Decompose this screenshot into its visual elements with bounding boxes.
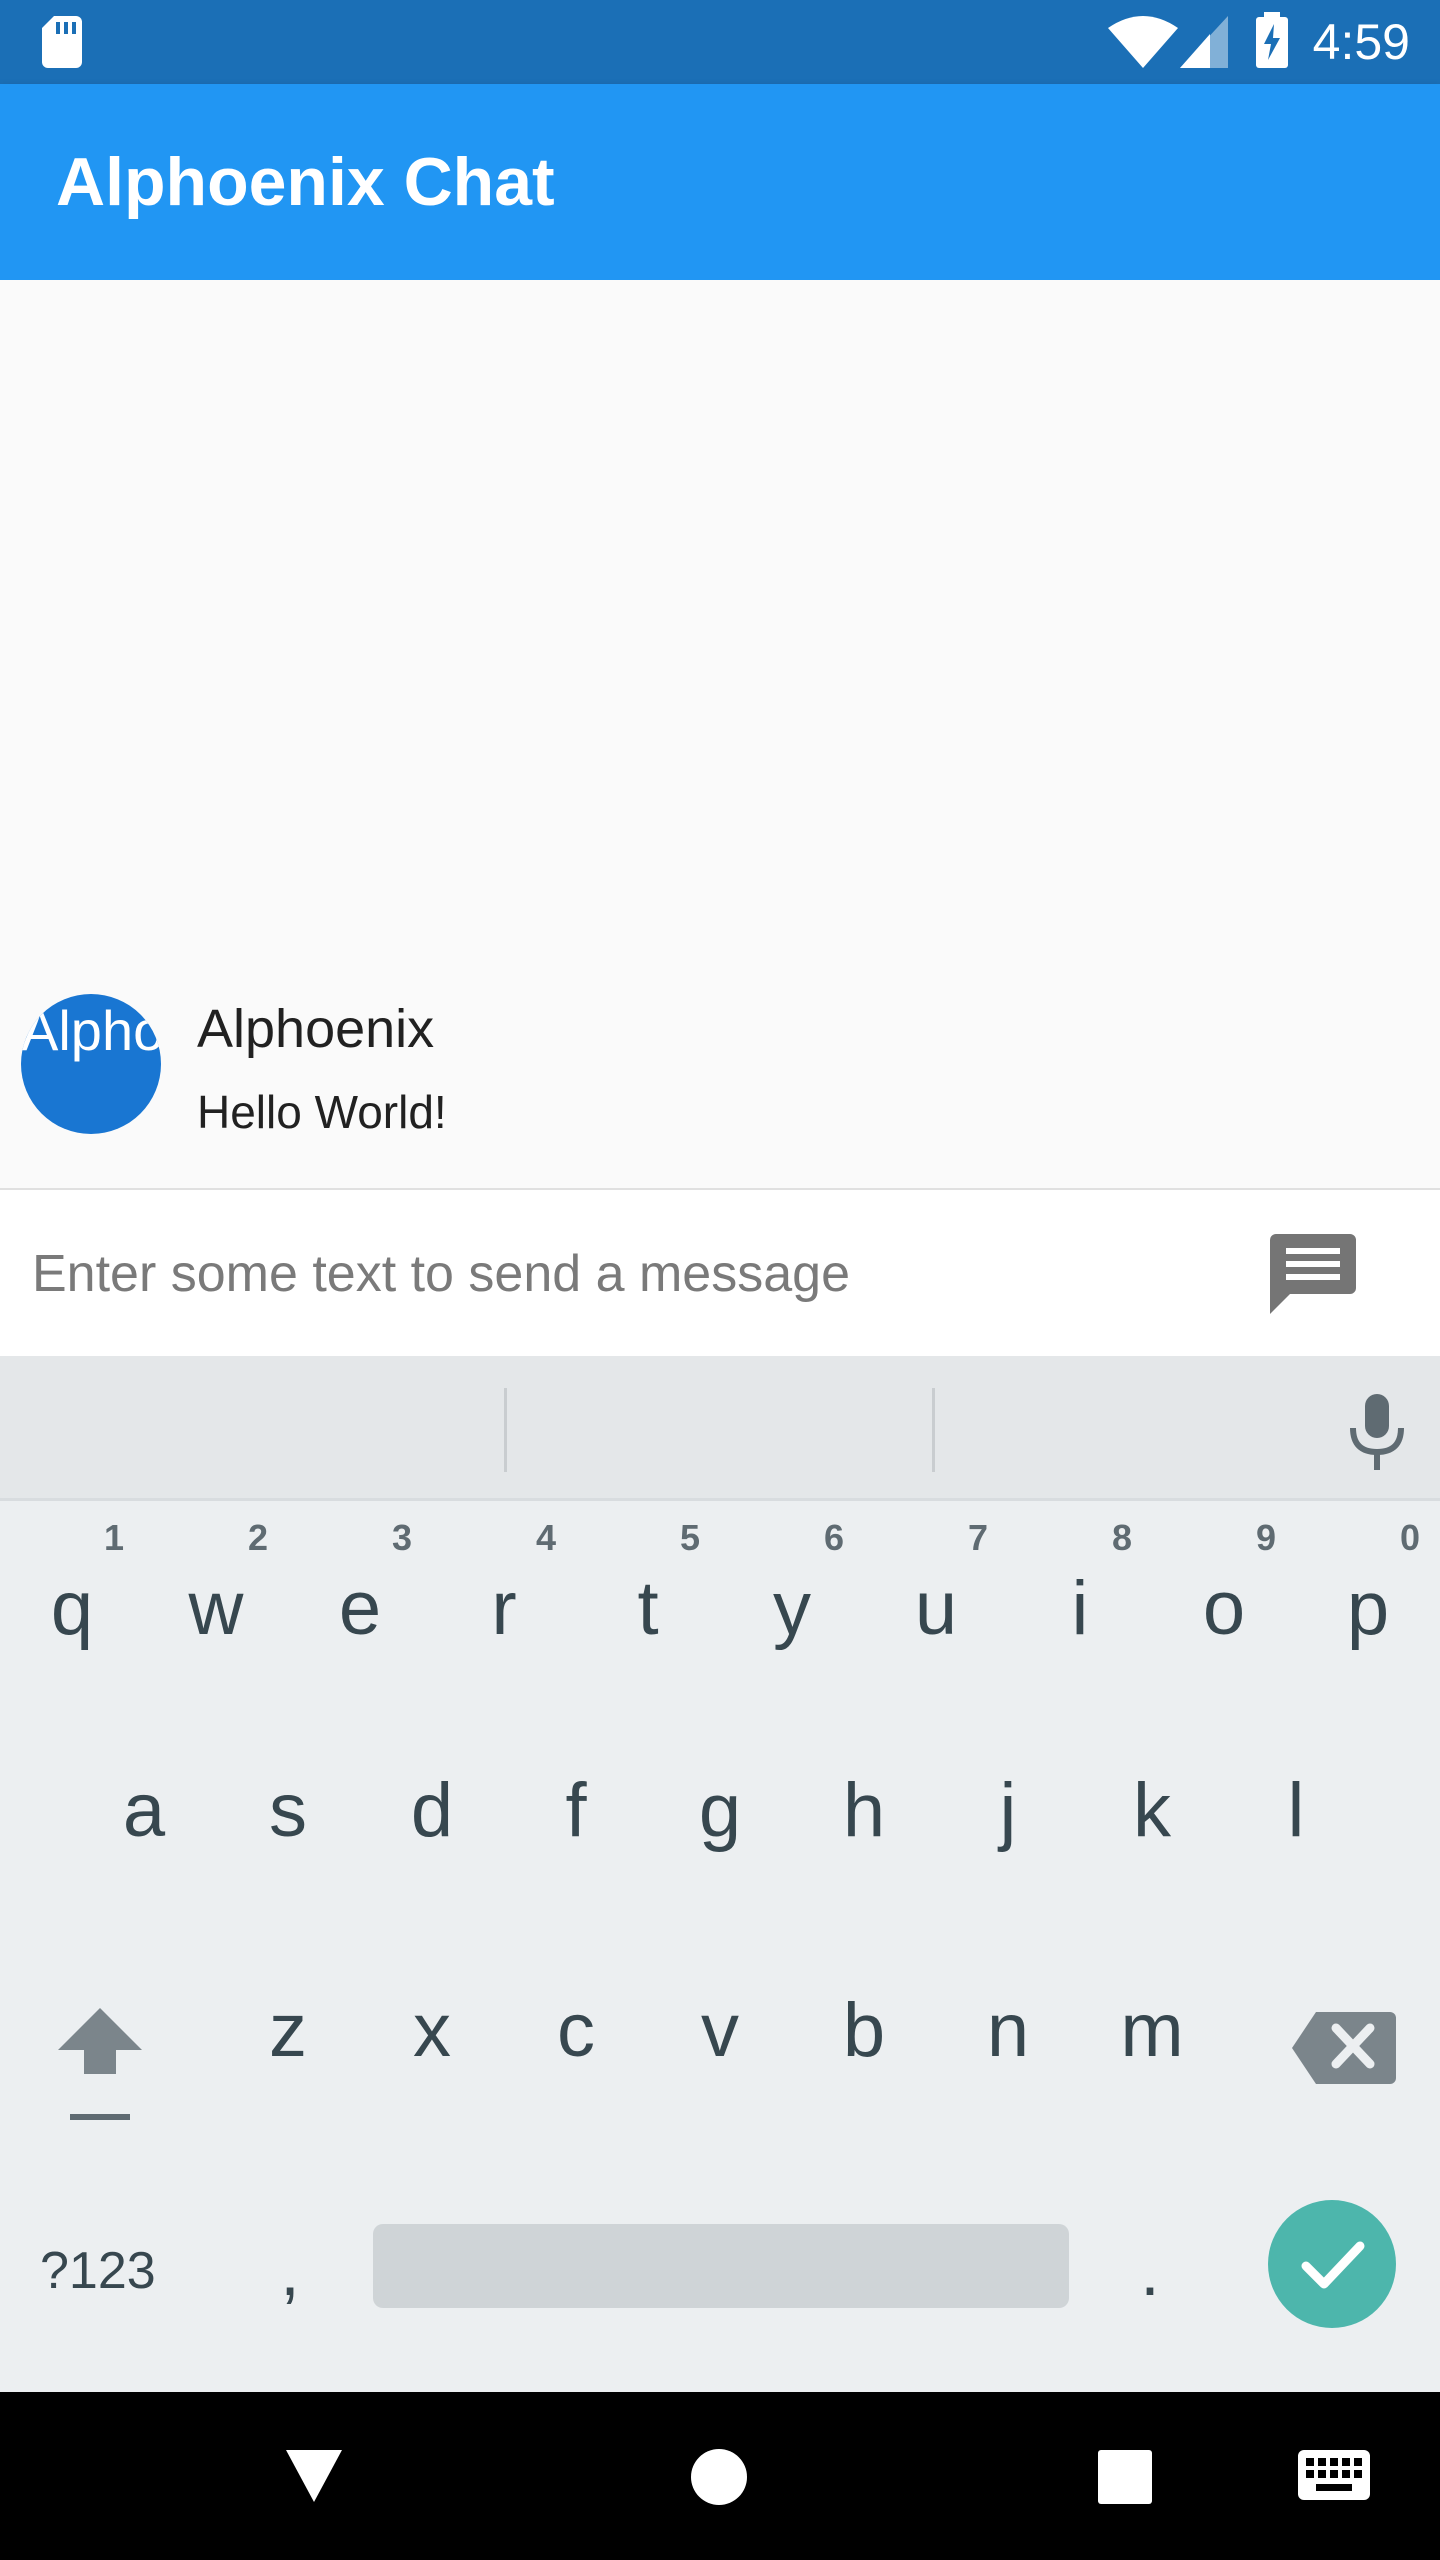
key-u[interactable]: 7 u [864, 1506, 1008, 1706]
key-j[interactable]: j [936, 1726, 1080, 1926]
battery-charging-icon [1256, 12, 1288, 68]
key-label: y [773, 1566, 811, 1651]
key-label: b [842, 1988, 886, 2073]
key-label: c [557, 1988, 595, 2073]
shift-key-icon[interactable] [40, 1996, 160, 2136]
key-c[interactable]: c [504, 1946, 648, 2146]
message-composer [0, 1190, 1440, 1356]
suggestion-divider [932, 1388, 935, 1472]
backspace-key-icon[interactable] [1290, 2008, 1400, 2088]
key-y[interactable]: 6 y [720, 1506, 864, 1706]
key-hint: 1 [104, 1517, 125, 1558]
key-hint: 6 [824, 1517, 845, 1558]
key-x[interactable]: x [360, 1946, 504, 2146]
key-label: z [269, 1988, 307, 2073]
key-label: q [50, 1566, 94, 1651]
navigation-bar [0, 2392, 1440, 2560]
symbols-key[interactable]: ?123 [40, 2226, 180, 2316]
message-input[interactable] [30, 1228, 1214, 1320]
status-time: 4:59 [1312, 14, 1410, 70]
key-hint: 7 [968, 1517, 989, 1558]
key-hint: 3 [392, 1517, 413, 1558]
key-label: x [413, 1988, 451, 2073]
key-label: p [1346, 1566, 1390, 1651]
key-label: e [338, 1566, 382, 1651]
key-label: h [842, 1768, 886, 1853]
key-label: s [269, 1768, 307, 1853]
key-label: g [698, 1768, 742, 1853]
key-e[interactable]: 3 e [288, 1506, 432, 1706]
key-v[interactable]: v [648, 1946, 792, 2146]
key-p[interactable]: 0 p [1296, 1506, 1440, 1706]
avatar-text: Alphoenix [21, 999, 161, 1062]
key-label: o [1202, 1566, 1246, 1651]
key-g[interactable]: g [648, 1726, 792, 1926]
app-title: Alphoenix Chat [56, 144, 555, 220]
send-message-icon[interactable] [1270, 1234, 1356, 1314]
key-hint: 0 [1400, 1517, 1421, 1558]
key-label: v [701, 1988, 739, 2073]
key-a[interactable]: a [72, 1726, 216, 1926]
comma-key[interactable]: , [250, 2216, 330, 2326]
key-label: d [410, 1768, 454, 1853]
key-q[interactable]: 1 q [0, 1506, 144, 1706]
key-hint: 5 [680, 1517, 701, 1558]
key-k[interactable]: k [1080, 1726, 1224, 1926]
period-key[interactable]: . [1110, 2216, 1190, 2326]
key-b[interactable]: b [792, 1946, 936, 2146]
key-z[interactable]: z [216, 1946, 360, 2146]
key-label: u [914, 1566, 958, 1651]
done-key[interactable] [1268, 2200, 1396, 2328]
sd-card-icon [42, 16, 82, 68]
message-sender: Alphoenix [197, 999, 435, 1059]
back-button-icon[interactable] [284, 2448, 344, 2504]
home-button-icon[interactable] [690, 2448, 748, 2506]
key-label: m [1120, 1988, 1184, 2073]
soft-keyboard: 1 q 2 w 3 e 4 r 5 t 6 y 7 u 8 i 9 o 0 p … [0, 1356, 1440, 2392]
suggestion-divider [504, 1388, 507, 1472]
key-o[interactable]: 9 o [1152, 1506, 1296, 1706]
key-label: r [491, 1566, 517, 1651]
key-t[interactable]: 5 t [576, 1506, 720, 1706]
key-label: k [1133, 1768, 1171, 1853]
key-label: a [122, 1768, 166, 1853]
cell-signal-icon [1180, 16, 1228, 68]
recents-button-icon[interactable] [1098, 2450, 1152, 2504]
wifi-icon [1108, 16, 1178, 68]
key-d[interactable]: d [360, 1726, 504, 1926]
microphone-icon[interactable] [1345, 1394, 1409, 1470]
key-label: n [986, 1988, 1030, 2073]
key-n[interactable]: n [936, 1946, 1080, 2146]
keyboard-switch-icon[interactable] [1298, 2450, 1370, 2500]
key-i[interactable]: 8 i [1008, 1506, 1152, 1706]
key-label: t [637, 1566, 659, 1651]
key-f[interactable]: f [504, 1726, 648, 1926]
key-hint: 8 [1112, 1517, 1133, 1558]
key-hint: 4 [536, 1517, 557, 1558]
key-h[interactable]: h [792, 1726, 936, 1926]
space-key[interactable] [373, 2224, 1069, 2308]
key-label: j [999, 1768, 1017, 1853]
status-bar: 4:59 [0, 0, 1440, 84]
key-label: l [1287, 1768, 1305, 1853]
key-r[interactable]: 4 r [432, 1506, 576, 1706]
checkmark-icon [1301, 2241, 1365, 2289]
key-m[interactable]: m [1080, 1946, 1224, 2146]
message-text: Hello World! [197, 1086, 447, 1138]
avatar: Alphoenix [21, 994, 161, 1134]
key-hint: 9 [1256, 1517, 1277, 1558]
key-label: f [565, 1768, 587, 1853]
key-w[interactable]: 2 w [144, 1506, 288, 1706]
key-s[interactable]: s [216, 1726, 360, 1926]
key-label: w [188, 1566, 244, 1651]
key-hint: 2 [248, 1517, 269, 1558]
key-label: i [1071, 1566, 1089, 1651]
suggestion-bar [0, 1356, 1440, 1501]
key-l[interactable]: l [1224, 1726, 1368, 1926]
